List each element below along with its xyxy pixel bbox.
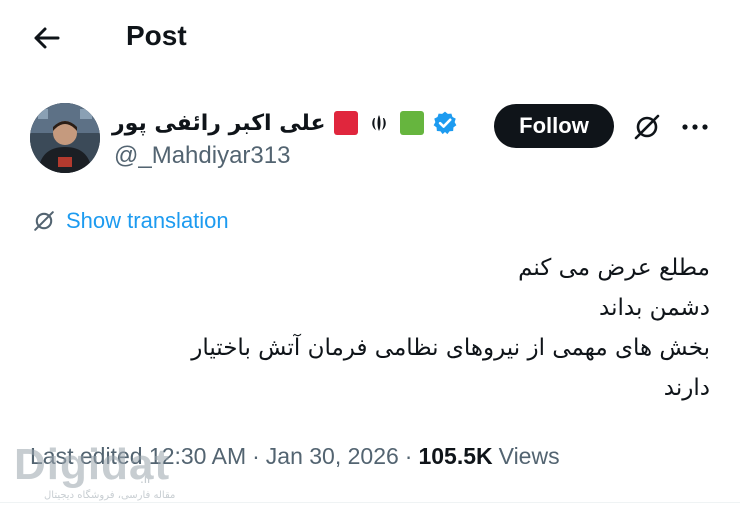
iran-emblem-icon xyxy=(366,110,392,136)
edited-time[interactable]: Last edited 12:30 AM xyxy=(30,443,246,470)
more-dots-icon xyxy=(682,124,708,130)
watermark-tld: .ir xyxy=(140,470,152,486)
post-date[interactable]: Jan 30, 2026 xyxy=(266,443,399,470)
arrow-left-icon xyxy=(34,27,60,49)
tweet-line: دارند xyxy=(663,375,710,401)
follow-button[interactable]: Follow xyxy=(494,104,614,148)
page-title: Post xyxy=(126,20,187,51)
views-label: Views xyxy=(498,442,560,469)
translate-off-icon xyxy=(34,211,54,231)
back-button[interactable] xyxy=(28,22,64,54)
watermark-subtitle: مقاله فارسی، فروشگاه دیجیتال xyxy=(44,490,176,501)
grok-button[interactable] xyxy=(630,110,664,144)
no-translate-icon xyxy=(634,114,660,140)
red-flag-icon xyxy=(333,111,358,135)
avatar[interactable] xyxy=(30,103,100,173)
tweet-line: دشمن بداند xyxy=(599,295,710,321)
tweet-text: مطلع عرض می کنم دشمن بداند بخش های مهمی … xyxy=(40,248,710,408)
tweet-line: بخش های مهمی از نیروهای نظامی فرمان آتش … xyxy=(191,335,710,361)
views-count: 105.5K xyxy=(418,442,493,469)
show-translation-label[interactable]: Show translation xyxy=(66,208,229,234)
divider xyxy=(0,502,740,503)
meta-separator: · xyxy=(404,442,413,469)
author-handle[interactable]: @_Mahdiyar313 xyxy=(114,142,290,170)
green-flag-icon xyxy=(399,111,424,135)
show-translation-link[interactable]: Show translation xyxy=(32,206,229,236)
post-header: Post xyxy=(0,0,740,78)
tweet-meta: Last edited 12:30 AM · Jan 30, 2026 · 10… xyxy=(30,440,560,472)
tweet-line: مطلع عرض می کنم xyxy=(518,255,710,281)
author-display-name[interactable]: علی اکبر رائفی پور xyxy=(112,111,326,136)
author-name-row: علی اکبر رائفی پور xyxy=(112,106,458,140)
more-button[interactable] xyxy=(680,112,710,142)
verified-badge-icon xyxy=(433,111,456,135)
meta-separator: · xyxy=(252,442,260,469)
